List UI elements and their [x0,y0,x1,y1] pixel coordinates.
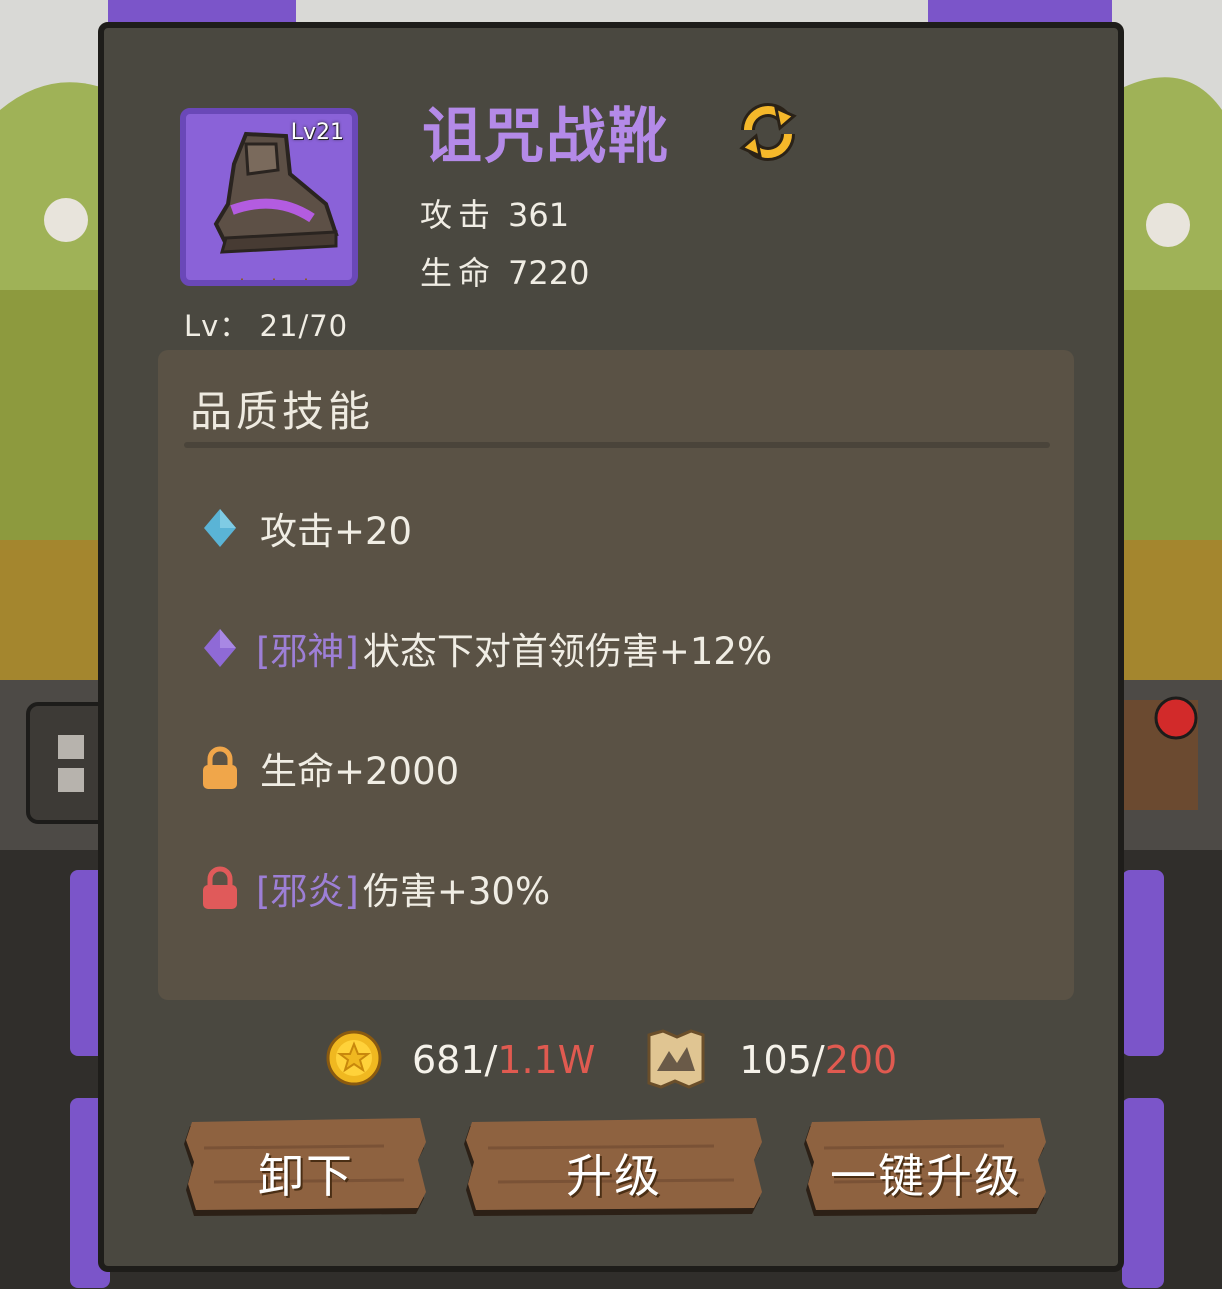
skills-title: 品质技能 [190,387,375,436]
skill-row: 攻击+20 [200,498,412,558]
blue-diamond-icon [200,506,240,550]
skill-tag: [邪炎] [256,870,359,913]
stat-hp: 生命 7220 [420,248,589,294]
skill-text: 状态下对首领伤害+12% [362,630,773,673]
refresh-icon[interactable] [736,100,800,168]
scroll-map-icon [643,1027,709,1093]
item-detail-dialog: Lv21 Lv： 21/70 诅咒战靴 攻击 361 生命 7220 品质技能 [98,22,1124,1272]
gold-need: 1.1W [497,1038,596,1082]
quality-skills-panel: 品质技能 攻击+20 [邪神] 状态下对首领伤害+12% 生命+2000 [邪炎… [158,350,1074,1000]
skill-row: [邪炎] 伤害+30% [200,858,550,918]
orange-lock-icon [200,746,240,790]
unequip-label: 卸下 [258,1149,354,1203]
skill-text: 攻击+20 [260,510,413,553]
gold-coin-icon [326,1030,382,1090]
unequip-button[interactable]: 卸下 [184,1118,428,1218]
level-label: Lv： [184,309,250,343]
item-level-badge: Lv21 [290,120,344,145]
item-name: 诅咒战靴 [422,102,670,172]
skill-text: 伤害+30% [362,870,551,913]
purple-diamond-icon [200,626,240,670]
item-level: Lv： 21/70 [184,303,348,345]
star-icon [272,278,276,280]
star-icon [240,278,244,280]
scroll-need: 200 [824,1038,898,1082]
scroll-cost: 105/200 [739,1038,897,1082]
item-icon-frame[interactable]: Lv21 [180,108,358,286]
upgrade-all-label: 一键升级 [830,1149,1022,1203]
stat-label: 攻击 [420,196,497,234]
upgrade-all-button[interactable]: 一键升级 [804,1118,1048,1218]
skill-row: [邪神] 状态下对首领伤害+12% [200,618,772,678]
upgrade-button[interactable]: 升级 [464,1118,764,1218]
gold-have: 681/ [412,1038,498,1082]
stat-attack: 攻击 361 [420,190,569,236]
skill-tag: [邪神] [256,630,359,673]
star-icon [304,278,308,280]
level-value: 21/70 [259,309,349,343]
upgrade-label: 升级 [566,1149,662,1203]
skill-text: 生命+2000 [260,750,460,793]
gold-cost: 681/1.1W [412,1038,595,1082]
upgrade-costs: 681/1.1W 105/200 [326,1028,945,1092]
stat-value: 361 [508,196,570,234]
scroll-have: 105/ [739,1038,825,1082]
divider [184,442,1050,448]
stat-value: 7220 [508,254,590,292]
stat-label: 生命 [420,254,497,292]
skill-row: 生命+2000 [200,738,459,798]
red-lock-icon [200,866,240,910]
